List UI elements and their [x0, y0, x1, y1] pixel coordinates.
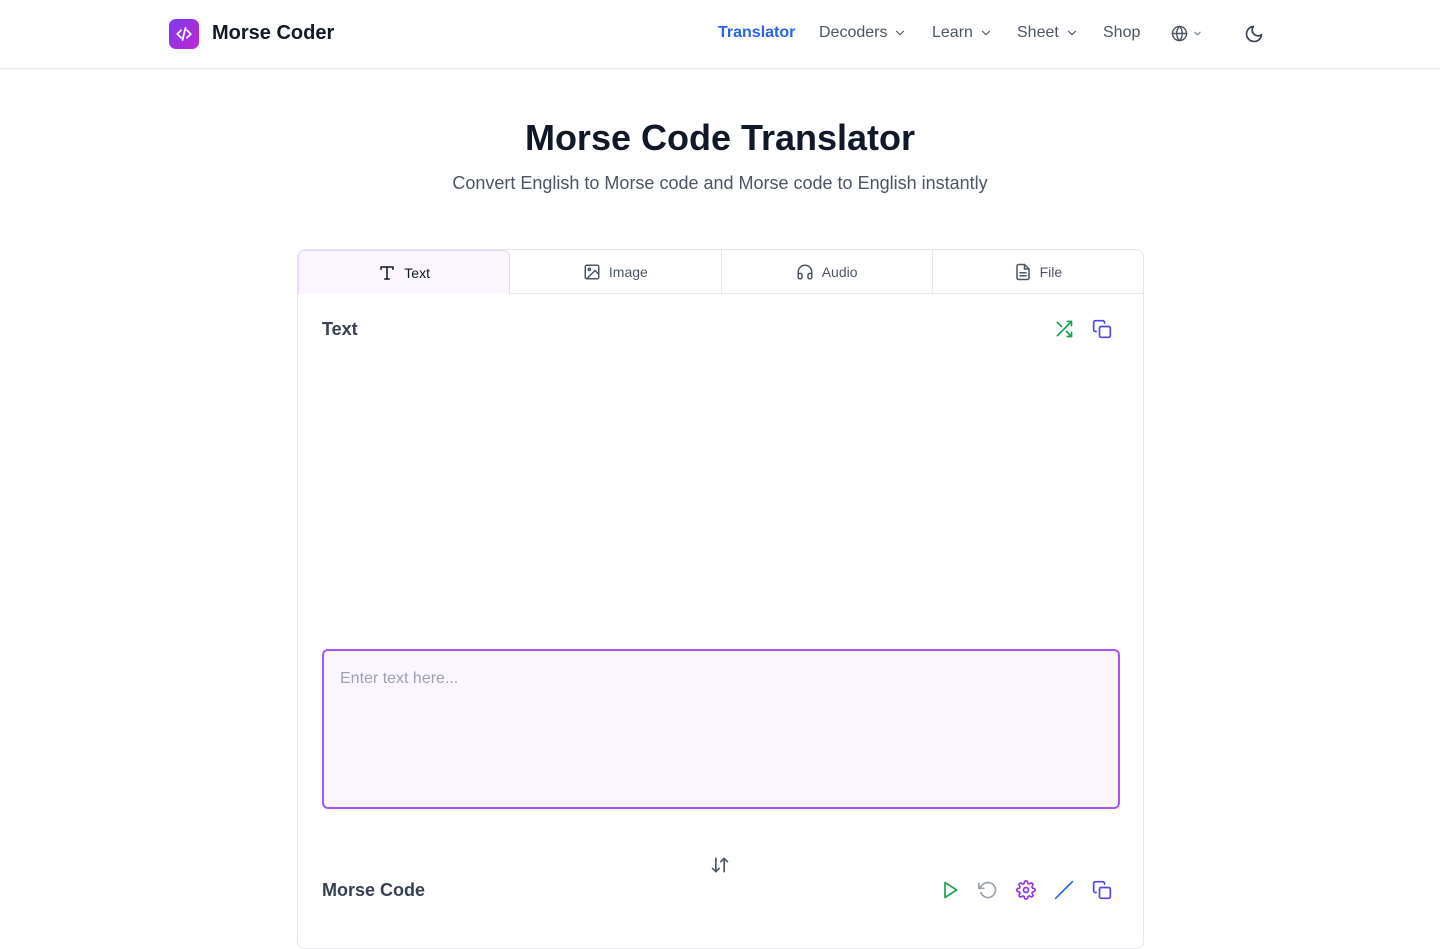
file-icon	[1015, 263, 1030, 280]
nav-translator-label: Translator	[718, 24, 796, 41]
globe-icon	[1171, 25, 1188, 42]
nav-learn-label: Learn	[932, 24, 973, 41]
page-subtitle: Convert English to Morse code and Morse …	[452, 173, 988, 193]
chevron-down-icon	[981, 30, 991, 36]
nav-shop[interactable]: Shop	[1103, 24, 1140, 42]
copy-icon	[1092, 319, 1112, 339]
moon-icon	[1245, 25, 1263, 43]
nav-learn[interactable]: Learn	[932, 24, 993, 42]
nav-decoders-label: Decoders	[819, 24, 888, 41]
reset-button[interactable]	[977, 879, 999, 901]
tab-audio[interactable]: Audio	[722, 250, 933, 293]
tab-audio-label: Audio	[821, 263, 858, 280]
nav-shop-label: Shop	[1103, 24, 1141, 41]
settings-icon	[1016, 880, 1036, 900]
settings-button[interactable]	[1015, 879, 1037, 901]
slash-separator-button[interactable]	[1053, 879, 1075, 901]
reset-icon	[978, 881, 997, 899]
language-selector[interactable]	[1171, 25, 1203, 42]
image-icon	[584, 264, 600, 279]
type-icon	[380, 265, 395, 280]
tab-file[interactable]: File	[933, 250, 1143, 293]
shuffle-icon	[1056, 320, 1073, 338]
copy-icon	[1092, 880, 1112, 900]
chevron-down-icon	[1067, 30, 1076, 36]
copy-input-button[interactable]	[1091, 318, 1113, 340]
input-section-label: Text	[322, 319, 358, 339]
play-button[interactable]	[939, 879, 961, 901]
output-section-label: Morse Code	[322, 880, 426, 900]
nav-sheet[interactable]: Sheet	[1017, 24, 1079, 42]
text-input[interactable]	[322, 649, 1120, 809]
code-icon[interactable]	[169, 19, 199, 49]
shuffle-button[interactable]	[1053, 318, 1075, 340]
site-header: Morse Coder Translator Decoders Learn Sh…	[0, 0, 1440, 69]
nav-decoders[interactable]: Decoders	[819, 24, 907, 42]
translator-card: Text Image Audio File Text Enter text he…	[297, 249, 1144, 949]
slash-icon	[1054, 880, 1074, 900]
copy-output-button[interactable]	[1091, 879, 1113, 901]
nav-sheet-label: Sheet	[1017, 24, 1059, 41]
input-mode-tabs: Text Image Audio File	[298, 250, 1143, 294]
tab-text-label: Text	[404, 264, 430, 281]
page-title: Morse Code Translator	[524, 117, 916, 158]
theme-toggle-button[interactable]	[1244, 24, 1264, 49]
headphones-icon	[797, 264, 813, 279]
brand-name[interactable]: Morse Coder	[212, 22, 334, 45]
play-icon	[944, 881, 958, 899]
nav-translator[interactable]: Translator	[718, 24, 795, 42]
tab-file-label: File	[1039, 263, 1063, 280]
swap-direction-button[interactable]	[710, 855, 730, 880]
chevron-down-icon	[1194, 31, 1201, 36]
tab-image[interactable]: Image	[510, 250, 722, 293]
chevron-down-icon	[896, 30, 905, 36]
tab-text[interactable]: Text	[298, 250, 511, 294]
tab-image-label: Image	[608, 263, 648, 280]
swap-vertical-icon	[711, 857, 729, 873]
